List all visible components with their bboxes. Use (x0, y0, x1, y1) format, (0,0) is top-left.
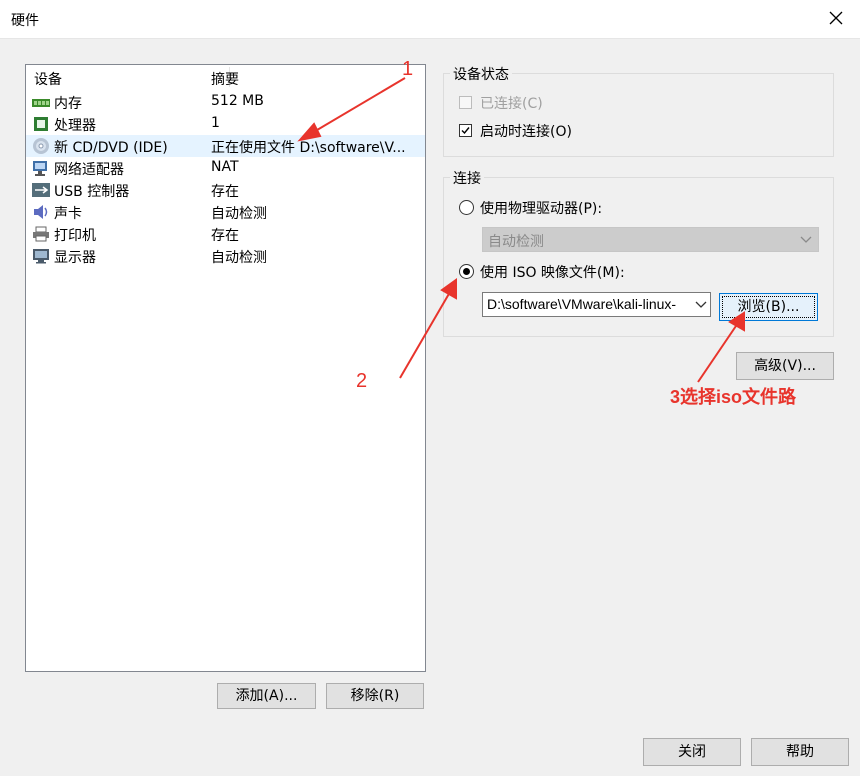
close-icon[interactable] (824, 6, 848, 30)
list-header: 设备 摘要 (26, 65, 425, 89)
connected-checkbox[interactable] (459, 96, 472, 109)
device-summary: 存在 (211, 184, 239, 200)
browse-button[interactable]: 浏览(B)... (719, 293, 818, 321)
column-header-summary[interactable]: 摘要 (211, 69, 239, 89)
device-summary: NAT (211, 159, 239, 175)
annotation-label-3: 3选择iso文件路 (670, 387, 797, 407)
network-adapter-icon (33, 161, 47, 176)
device-name: 显示器 (54, 250, 96, 266)
device-summary: 1 (211, 115, 220, 131)
column-header-device[interactable]: 设备 (34, 69, 62, 89)
device-name: 内存 (54, 96, 82, 112)
iso-path-combo[interactable]: D:\software\VMware\kali-linux- (482, 292, 711, 317)
printer-icon (33, 226, 49, 242)
checkmark-icon (461, 127, 470, 135)
device-name: 打印机 (54, 228, 96, 244)
chevron-down-icon (800, 236, 812, 243)
physical-drive-label: 使用物理驱动器(P): (480, 201, 603, 217)
device-status-group (443, 73, 834, 157)
device-name: USB 控制器 (54, 184, 130, 200)
device-name: 新 CD/DVD (IDE) (54, 140, 168, 156)
memory-icon (32, 99, 50, 107)
chevron-down-icon[interactable] (695, 301, 707, 309)
annotation-label-2: 2 (356, 370, 368, 392)
connect-on-power-on-label: 启动时连接(O) (480, 124, 572, 140)
connection-title: 连接 (450, 168, 484, 188)
device-name: 处理器 (54, 118, 96, 134)
add-button[interactable]: 添加(A)... (217, 683, 316, 709)
display-icon (33, 249, 49, 264)
device-row-cpu[interactable]: 处理器 1 (26, 113, 425, 135)
device-summary: 512 MB (211, 93, 264, 109)
physical-drive-radio[interactable] (459, 200, 474, 215)
device-row-display[interactable]: 显示器 自动检测 (26, 245, 425, 267)
device-status-title: 设备状态 (450, 64, 512, 84)
help-button[interactable]: 帮助 (751, 738, 849, 766)
device-list[interactable]: 设备 摘要 内存 512 MB 处理器 1 新 CD/DVD (IDE) 正在使… (25, 64, 426, 672)
iso-image-label: 使用 ISO 映像文件(M): (480, 265, 625, 281)
annotation-label-1: 1 (402, 58, 414, 80)
cd-dvd-icon (33, 138, 49, 154)
device-row-sound[interactable]: 声卡 自动检测 (26, 201, 425, 223)
advanced-button[interactable]: 高级(V)... (736, 352, 834, 380)
title-bar: 硬件 (0, 0, 860, 39)
connect-on-power-on-checkbox[interactable] (459, 124, 472, 137)
usb-icon (32, 183, 50, 197)
device-summary: 存在 (211, 228, 239, 244)
cpu-icon (34, 117, 48, 131)
iso-path-value[interactable]: D:\software\VMware\kali-linux- (487, 296, 676, 312)
close-button[interactable]: 关闭 (643, 738, 741, 766)
connected-label: 已连接(C) (480, 96, 543, 112)
device-summary: 自动检测 (211, 250, 267, 266)
physical-drive-value: 自动检测 (488, 234, 544, 250)
device-row-network[interactable]: 网络适配器 NAT (26, 157, 425, 179)
device-summary: 自动检测 (211, 206, 267, 222)
device-row-usb[interactable]: USB 控制器 存在 (26, 179, 425, 201)
device-row-printer[interactable]: 打印机 存在 (26, 223, 425, 245)
device-name: 网络适配器 (54, 162, 124, 178)
device-row-memory[interactable]: 内存 512 MB (26, 91, 425, 113)
window-title: 硬件 (11, 13, 39, 29)
iso-image-radio[interactable] (459, 264, 474, 279)
physical-drive-select[interactable]: 自动检测 (482, 227, 819, 252)
focus-ring (722, 296, 815, 318)
device-summary: 正在使用文件 D:\software\V... (211, 140, 406, 156)
device-name: 声卡 (54, 206, 82, 222)
remove-button[interactable]: 移除(R) (326, 683, 424, 709)
sound-card-icon (34, 205, 48, 219)
device-row-cd-dvd[interactable]: 新 CD/DVD (IDE) 正在使用文件 D:\software\V... (26, 135, 425, 157)
